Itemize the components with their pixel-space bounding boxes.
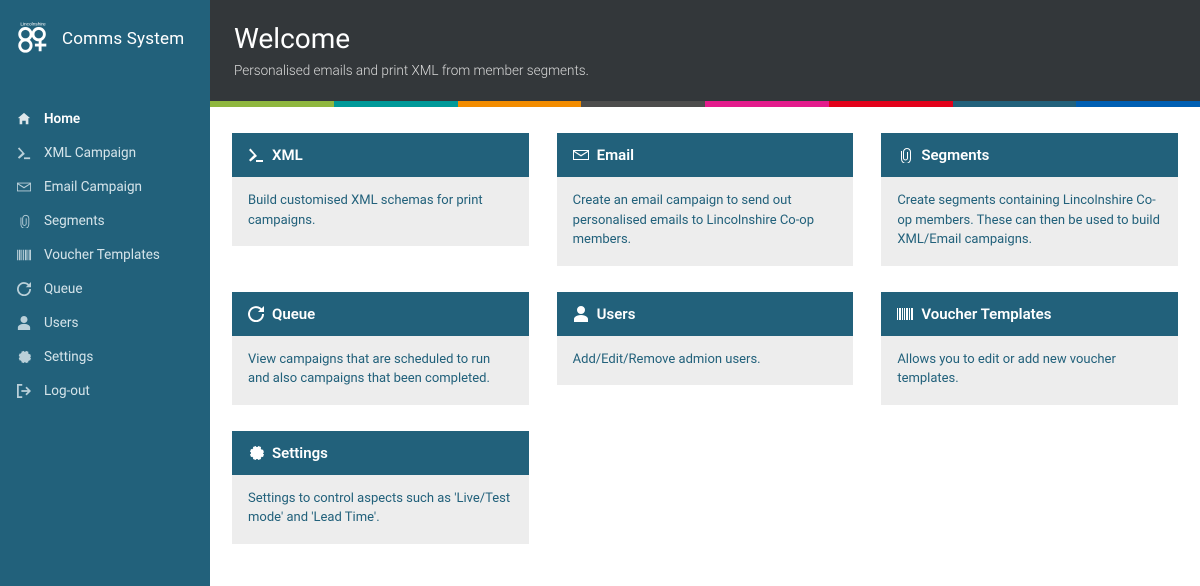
sidebar-item-home[interactable]: Home bbox=[0, 102, 210, 136]
home-icon bbox=[16, 111, 32, 127]
user-icon bbox=[16, 315, 32, 331]
sidebar-item-label: Queue bbox=[44, 281, 83, 297]
card-header: Segments bbox=[881, 133, 1178, 177]
card-header: Users bbox=[557, 292, 854, 336]
card-body: Create segments containing Lincolnshire … bbox=[881, 177, 1178, 266]
header: Welcome Personalised emails and print XM… bbox=[210, 0, 1200, 101]
sidebar: Lincolnshire Comms System Home XML Campai… bbox=[0, 0, 210, 586]
brand: Lincolnshire Comms System bbox=[0, 0, 210, 82]
sidebar-item-segments[interactable]: Segments bbox=[0, 204, 210, 238]
sidebar-item-users[interactable]: Users bbox=[0, 306, 210, 340]
gear-icon bbox=[248, 445, 264, 461]
card-body: Allows you to edit or add new voucher te… bbox=[881, 336, 1178, 405]
sidebar-item-log-out[interactable]: Log-out bbox=[0, 374, 210, 408]
user-icon bbox=[573, 306, 589, 322]
card-title: Voucher Templates bbox=[921, 305, 1051, 323]
paperclip-icon bbox=[16, 213, 32, 229]
card-header: Settings bbox=[232, 431, 529, 475]
sidebar-item-label: XML Campaign bbox=[44, 145, 136, 161]
logo-top-text: Lincolnshire bbox=[20, 22, 46, 28]
paperclip-icon bbox=[897, 147, 913, 163]
sidebar-item-xml-campaign[interactable]: XML Campaign bbox=[0, 136, 210, 170]
gear-icon bbox=[16, 349, 32, 365]
card-title: Queue bbox=[272, 305, 315, 323]
sidebar-item-label: Log-out bbox=[44, 383, 90, 399]
brand-title: Comms System bbox=[62, 29, 184, 49]
card-body: Add/Edit/Remove admion users. bbox=[557, 336, 854, 386]
sidebar-item-queue[interactable]: Queue bbox=[0, 272, 210, 306]
sidebar-item-label: Voucher Templates bbox=[44, 247, 160, 263]
terminal-icon bbox=[16, 145, 32, 161]
card-body: Build customised XML schemas for print c… bbox=[232, 177, 529, 246]
card-voucher-templates[interactable]: Voucher Templates Allows you to edit or a… bbox=[881, 292, 1178, 405]
cards-grid: XML Build customised XML schemas for prin… bbox=[210, 107, 1200, 570]
card-users[interactable]: Users Add/Edit/Remove admion users. bbox=[557, 292, 854, 386]
card-header: XML bbox=[232, 133, 529, 177]
card-title: Settings bbox=[272, 444, 328, 462]
nav: Home XML Campaign Email Campaign Segments Vo… bbox=[0, 82, 210, 408]
sidebar-item-label: Segments bbox=[44, 213, 105, 229]
card-settings[interactable]: Settings Settings to control aspects such… bbox=[232, 431, 529, 544]
barcode-icon bbox=[16, 247, 32, 263]
card-header: Email bbox=[557, 133, 854, 177]
card-xml[interactable]: XML Build customised XML schemas for prin… bbox=[232, 133, 529, 246]
terminal-icon bbox=[248, 147, 264, 163]
page-title: Welcome bbox=[234, 22, 1176, 55]
sidebar-item-voucher-templates[interactable]: Voucher Templates bbox=[0, 238, 210, 272]
card-header: Queue bbox=[232, 292, 529, 336]
card-title: Segments bbox=[921, 146, 989, 164]
logo-icon: Lincolnshire bbox=[14, 18, 52, 60]
card-title: XML bbox=[272, 146, 303, 164]
sidebar-item-email-campaign[interactable]: Email Campaign bbox=[0, 170, 210, 204]
card-body: Settings to control aspects such as 'Liv… bbox=[232, 475, 529, 544]
envelope-icon bbox=[16, 179, 32, 195]
envelope-icon bbox=[573, 147, 589, 163]
main: Welcome Personalised emails and print XM… bbox=[210, 0, 1200, 586]
sidebar-item-settings[interactable]: Settings bbox=[0, 340, 210, 374]
refresh-icon bbox=[248, 306, 264, 322]
page-subtitle: Personalised emails and print XML from m… bbox=[234, 63, 1176, 79]
card-title: Users bbox=[597, 305, 636, 323]
sidebar-item-label: Home bbox=[44, 111, 80, 127]
card-body: Create an email campaign to send out per… bbox=[557, 177, 854, 266]
barcode-icon bbox=[897, 306, 913, 322]
card-queue[interactable]: Queue View campaigns that are scheduled t… bbox=[232, 292, 529, 405]
logout-icon bbox=[16, 383, 32, 399]
sidebar-item-label: Settings bbox=[44, 349, 93, 365]
card-title: Email bbox=[597, 146, 634, 164]
refresh-icon bbox=[16, 281, 32, 297]
card-segments[interactable]: Segments Create segments containing Linco… bbox=[881, 133, 1178, 266]
card-header: Voucher Templates bbox=[881, 292, 1178, 336]
sidebar-item-label: Users bbox=[44, 315, 78, 331]
card-email[interactable]: Email Create an email campaign to send ou… bbox=[557, 133, 854, 266]
card-body: View campaigns that are scheduled to run… bbox=[232, 336, 529, 405]
sidebar-item-label: Email Campaign bbox=[44, 179, 142, 195]
